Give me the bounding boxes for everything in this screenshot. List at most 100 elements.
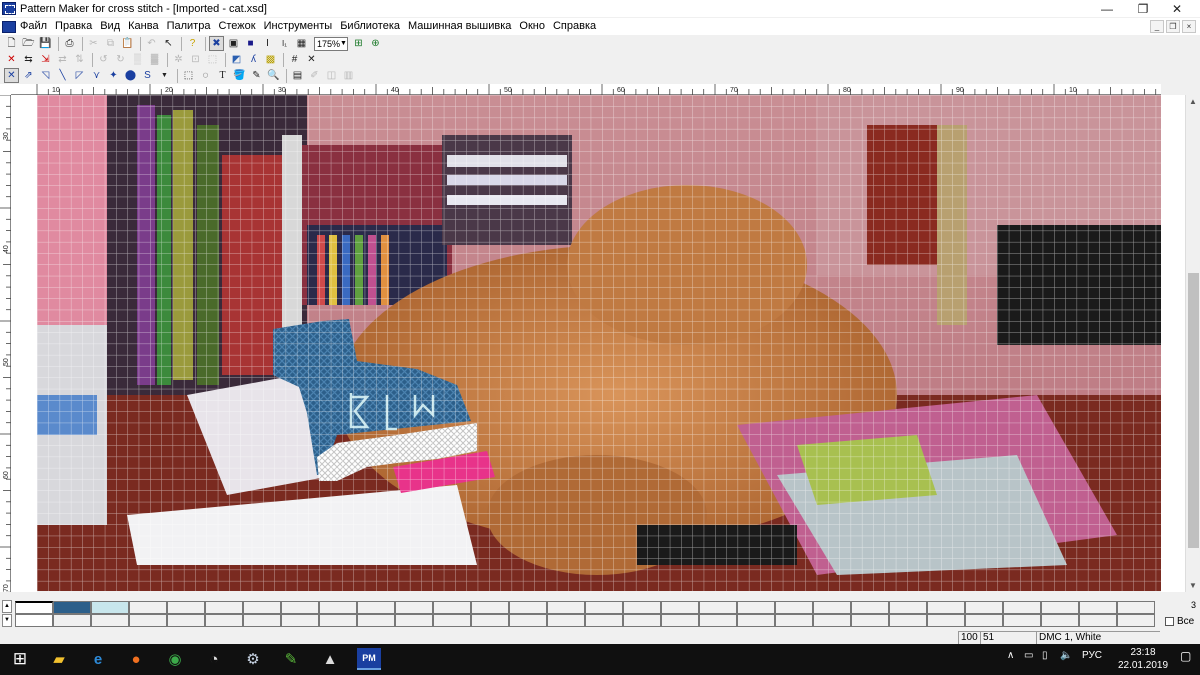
palette-swatch[interactable] — [433, 601, 471, 614]
palette-swatch[interactable] — [53, 614, 91, 627]
half-stitch-icon[interactable]: ⇗ — [21, 68, 36, 83]
menu-edit[interactable]: Правка — [51, 18, 96, 35]
palette-swatch[interactable] — [1079, 601, 1117, 614]
palette-swatch[interactable] — [889, 614, 927, 627]
palette-swatch[interactable] — [965, 601, 1003, 614]
firefox-icon[interactable]: ● — [124, 648, 148, 670]
palette-swatch[interactable] — [927, 614, 965, 627]
palette-swatch[interactable] — [281, 614, 319, 627]
pattern-canvas[interactable] — [37, 95, 1161, 591]
palette-swatch[interactable] — [1003, 614, 1041, 627]
flip-icon[interactable]: ⇅ — [72, 52, 87, 67]
petite-stitch-icon[interactable]: ⋎ — [89, 68, 104, 83]
zoom-magnify-icon[interactable]: ⊕ — [368, 36, 383, 51]
palette-up-icon[interactable]: ▲ — [2, 600, 12, 613]
stitch-type-icon[interactable]: ʎ — [246, 52, 261, 67]
steam-icon[interactable]: ⚙ — [241, 648, 265, 670]
palette-swatch[interactable] — [547, 601, 585, 614]
tray-chevron-up-icon[interactable]: ∧ — [1007, 650, 1014, 661]
copy-icon[interactable]: ⧉ — [103, 36, 118, 51]
language-indicator[interactable]: РУС — [1082, 650, 1102, 661]
palette-swatch[interactable] — [1079, 614, 1117, 627]
palette-swatch[interactable] — [395, 614, 433, 627]
symmetry-icon[interactable]: ✲ — [171, 52, 186, 67]
mirror-icon[interactable]: ⇄ — [55, 52, 70, 67]
palette-swatch[interactable] — [699, 601, 737, 614]
backstitch-icon[interactable]: ╲ — [55, 68, 70, 83]
start-windows-icon[interactable]: ⊞ — [8, 648, 32, 670]
palette-swatch[interactable] — [281, 601, 319, 614]
palette-swatch[interactable] — [129, 601, 167, 614]
palette-swatch[interactable] — [1041, 601, 1079, 614]
save-icon[interactable]: 💾 — [38, 36, 53, 51]
palette-swatch[interactable] — [395, 601, 433, 614]
color-picker-icon[interactable]: ✎ — [249, 68, 264, 83]
undo-icon[interactable]: ↶ — [144, 36, 159, 51]
palette-swatch[interactable] — [53, 601, 91, 614]
scroll-up-icon[interactable]: ▲ — [1189, 97, 1197, 106]
palette-swatch[interactable] — [585, 614, 623, 627]
show-blocks-icon[interactable]: ■ — [243, 36, 258, 51]
palette-swatch[interactable] — [471, 601, 509, 614]
clipboard-icon[interactable]: ▤ — [290, 68, 305, 83]
palette-swatch[interactable] — [319, 614, 357, 627]
palette-swatch[interactable] — [471, 614, 509, 627]
palette-swatch[interactable] — [91, 601, 129, 614]
palette-swatch[interactable] — [433, 614, 471, 627]
palette-down-icon[interactable]: ▼ — [2, 614, 12, 627]
chrome-icon[interactable]: ◉ — [163, 648, 187, 670]
new-file-icon[interactable]: 🗋 — [4, 36, 19, 51]
quarter-stitch-icon[interactable]: ◹ — [38, 68, 53, 83]
palette-swatch[interactable] — [813, 614, 851, 627]
cross-stitch-icon[interactable]: ✕ — [304, 52, 319, 67]
zoom-icon[interactable]: 🔍 — [266, 68, 281, 83]
remove-stray-icon[interactable]: ⇲ — [38, 52, 53, 67]
grid-icon[interactable]: # — [287, 52, 302, 67]
layers-icon[interactable]: ▥ — [341, 68, 356, 83]
fill-icon[interactable]: 🪣 — [232, 68, 247, 83]
notifications-icon[interactable]: ▢ — [1180, 649, 1191, 663]
palette-swatch[interactable] — [357, 601, 395, 614]
palette-swatch[interactable] — [775, 601, 813, 614]
palette-swatch[interactable] — [775, 614, 813, 627]
photos-icon[interactable]: ▲ — [318, 648, 342, 670]
menu-file[interactable]: Файл — [16, 18, 51, 35]
palette-swatch[interactable] — [623, 601, 661, 614]
palette-swatch[interactable] — [1117, 601, 1155, 614]
vertical-scrollbar[interactable]: ▲ ▼ — [1185, 95, 1200, 592]
palette-swatch[interactable] — [547, 614, 585, 627]
dither-icon[interactable]: ▒ — [130, 52, 145, 67]
palette-swatch[interactable] — [243, 614, 281, 627]
zoom-fit-icon[interactable]: ⊞ — [351, 36, 366, 51]
menu-palette[interactable]: Палитра — [163, 18, 215, 35]
show-text-icon[interactable]: I₁ — [277, 36, 292, 51]
menu-canvas[interactable]: Канва — [124, 18, 162, 35]
scroll-thumb[interactable] — [1188, 273, 1199, 548]
document-icon[interactable] — [2, 20, 16, 33]
palette-swatch[interactable] — [167, 614, 205, 627]
texture-icon[interactable]: ▩ — [263, 52, 278, 67]
volume-icon[interactable]: 🔈 — [1060, 650, 1072, 661]
palette-swatch[interactable] — [15, 614, 53, 627]
special-stitch-icon[interactable]: S — [140, 68, 155, 83]
palette-swatch[interactable] — [813, 601, 851, 614]
mdi-restore-button[interactable]: ❐ — [1166, 20, 1180, 33]
crop-icon[interactable]: ⬚ — [205, 52, 220, 67]
palette-colors-icon[interactable]: ◩ — [229, 52, 244, 67]
palette-swatch[interactable] — [851, 614, 889, 627]
rotate-right-icon[interactable]: ↻ — [113, 52, 128, 67]
palette-swatch[interactable] — [661, 614, 699, 627]
mdi-close-button[interactable]: × — [1182, 20, 1196, 33]
bead-icon[interactable]: ⬤ — [123, 68, 138, 83]
french-knot-icon[interactable]: ✦ — [106, 68, 121, 83]
pen-icon[interactable]: ✐ — [307, 68, 322, 83]
palette-swatch[interactable] — [167, 601, 205, 614]
palette-swatch[interactable] — [205, 601, 243, 614]
app-icon[interactable] — [2, 2, 16, 15]
palette-swatch[interactable] — [243, 601, 281, 614]
text-tool-icon[interactable]: T — [215, 68, 230, 83]
menu-help[interactable]: Справка — [549, 18, 600, 35]
replace-color-icon[interactable]: ⇆ — [21, 52, 36, 67]
all-colors-checkbox[interactable]: Все — [1165, 616, 1194, 627]
palette-swatch[interactable] — [1003, 601, 1041, 614]
